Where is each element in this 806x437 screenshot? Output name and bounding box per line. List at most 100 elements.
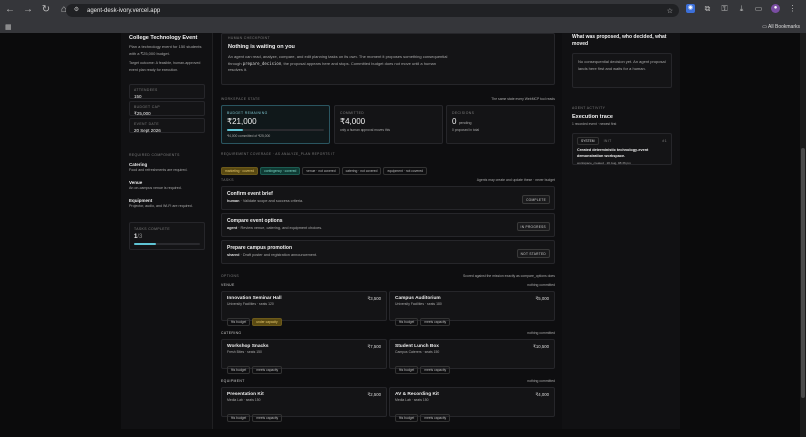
event-kind: INIT [603,139,612,143]
req-item: Catering Food and refreshments are requir… [129,162,209,174]
stat-value: 20 Sept 2026 [134,128,161,133]
coverage-pill: marketing · covered [221,167,259,175]
task-status-badge: IN PROGRESS [516,222,550,231]
key-icon[interactable]: ⚿ [720,4,729,13]
option-card[interactable]: AV & Recording Kit ₹4,000 Media Lab · seat… [389,387,555,422]
option-tag: fits budget [395,413,419,422]
committed-value: ₹4,000 [340,117,366,126]
task-desc: shared · Draft poster and registration a… [227,252,554,259]
option-card[interactable]: Campus Auditorium ₹5,000 University Facili… [389,291,555,326]
human-checkpoint: HUMAN CHECKPOINT Nothing is waiting on y… [221,33,555,85]
page: College Technology Event Plan a technolo… [0,33,800,437]
option-tag: meets capacity [420,365,451,374]
all-bookmarks-label: All Bookmarks [768,23,800,30]
puzzle-icon[interactable]: ⧉ [703,4,712,13]
option-tag: under capacity [252,317,282,326]
option-card[interactable]: Innovation Seminar Hall ₹3,500 University … [221,291,387,326]
option-meta: University Facilities · seats 120 [227,302,274,306]
option-tag: meets capacity [252,365,283,374]
task-card[interactable]: Prepare campus promotion shared · Draft p… [221,240,555,264]
extension-icon[interactable]: ◉ [686,4,695,13]
task-status-badge: NOT STARTED [516,249,550,258]
budget-label: BUDGET REMAINING [227,111,268,115]
task-title: Prepare campus promotion [227,245,293,251]
task-card[interactable]: Compare event options agent · Review venu… [221,213,555,237]
option-tag: fits budget [227,413,251,422]
decisions-sub: 0 proposed in total [452,128,480,132]
budget-value: ₹21,000 [227,117,257,126]
stat-label: EVENT DATE [134,122,159,126]
scrollbar-thumb[interactable] [801,148,805,398]
coverage-pill: contingency · covered [260,167,301,175]
stat-label: BUDGET CAP [134,105,160,109]
reload-icon[interactable]: ↻ [40,4,52,16]
option-card[interactable]: Presentation Kit ₹2,500 Media Lab · seats … [221,387,387,422]
coverage-pills: marketing · covered contingency · covered… [221,159,429,177]
sidepanel-icon[interactable]: ▭ [754,4,763,13]
option-group-name: VENUE [221,283,235,287]
option-group-status: nothing committed [527,331,555,335]
address-bar[interactable]: ⚙ agent-desk-ivory.vercel.app ☆ [66,4,679,17]
task-desc: human · Validate scope and success crite… [227,198,554,205]
budget-sub: ₹4,000 committed of ₹25,000 [227,134,271,138]
task-title: Compare event options [227,218,283,224]
coverage-label: REQUIREMENT COVERAGE · AS ANALYZE_PLAN R… [221,152,336,156]
profile-avatar-icon[interactable]: ● [771,4,780,13]
scrollbar[interactable] [800,33,806,437]
decision-panel: What was proposed, who decided, what mov… [562,33,680,429]
option-tag: meets capacity [420,413,451,422]
option-meta: University Facilities · seats 180 [395,302,442,306]
browser-chrome: ← → ↻ ⌂ ⚙ agent-desk-ivory.vercel.app ☆ … [0,0,806,33]
option-card[interactable]: Workshop Snacks ₹7,500 Fresh Bites · seats… [221,339,387,374]
option-tags: fits budget meets capacity [227,358,386,376]
task-desc-text: · Validate scope and success criteria. [239,199,304,203]
workspace-state-note: The same state every WebMCP tool reads [491,97,555,101]
apps-grid-icon[interactable]: ▦ [5,23,12,31]
decisions-label: DECISIONS [452,111,475,115]
extensions: ◉ ⧉ ⚿ ⤓ ▭ ● ⋮ [686,4,797,13]
coverage-pill: venue · not covered [302,167,340,175]
tasks-note: Agents may create and update these · nev… [476,178,555,182]
all-bookmarks[interactable]: ▭ All Bookmarks [762,24,800,30]
option-tag: fits budget [227,317,251,326]
tasks-label: TASKS [221,178,234,182]
option-tags: fits budget under capacity [227,310,386,328]
mission-title: College Technology Event [129,35,198,41]
committed-card: COMMITTED ₹4,000 only a human approval m… [334,105,443,144]
checkpoint-label: HUMAN CHECKPOINT [228,36,271,40]
event-num: #1 [662,139,667,143]
decision-panel-title: What was proposed, who decided, what mov… [572,34,667,47]
option-card[interactable]: Student Lunch Box ₹10,500 Campus Caterers … [389,339,555,374]
option-price: ₹5,000 [535,296,550,301]
back-icon[interactable]: ← [4,4,16,16]
budget-remaining-card: BUDGET REMAINING ₹21,000 ₹4,000 committe… [221,105,330,144]
tasks-complete-card: TASKS COMPLETE 1/3 [129,222,205,250]
req-title: REQUIRED COMPONENTS [129,153,180,157]
task-title: Confirm event brief [227,191,273,197]
option-tag: meets capacity [420,317,451,326]
option-meta: Media Lab · seats 150 [227,398,261,402]
trace-event[interactable]: SYSTEM INIT #1 Created deterministic tec… [572,133,672,165]
site-info-icon[interactable]: ⚙ [72,6,81,15]
event-tag: SYSTEM [577,137,599,145]
decisions-value: 0 [452,117,457,126]
main-panel: HUMAN CHECKPOINT Nothing is waiting on y… [213,33,562,429]
trace-title: Execution trace [572,114,613,120]
event-title: Created deterministic technology-event d… [577,148,649,158]
budget-bar [227,129,324,131]
checkpoint-text: An agent can read, analyze, compare, and… [228,54,450,74]
bookmark-star-icon[interactable]: ☆ [667,7,673,15]
task-card[interactable]: Confirm event brief human · Validate scop… [221,186,555,210]
coverage-pill: equipment · not covered [383,167,428,175]
download-icon[interactable]: ⤓ [737,4,746,13]
task-desc-text: · Draft poster and registration announce… [239,253,318,257]
menu-icon[interactable]: ⋮ [788,4,797,13]
task-desc-text: · Review venue, catering, and equipment … [237,226,323,230]
req-desc: Food and refreshments are required. [129,168,188,172]
stat-card: EVENT DATE 20 Sept 2026 [129,118,205,133]
forward-icon[interactable]: → [22,4,34,16]
checkpoint-title: Nothing is waiting on you [228,44,295,50]
req-item: Venue An on-campus venue is required. [129,180,209,192]
stat-card: BUDGET CAP ₹25,000 [129,101,205,116]
mission-panel: College Technology Event Plan a technolo… [121,33,213,429]
